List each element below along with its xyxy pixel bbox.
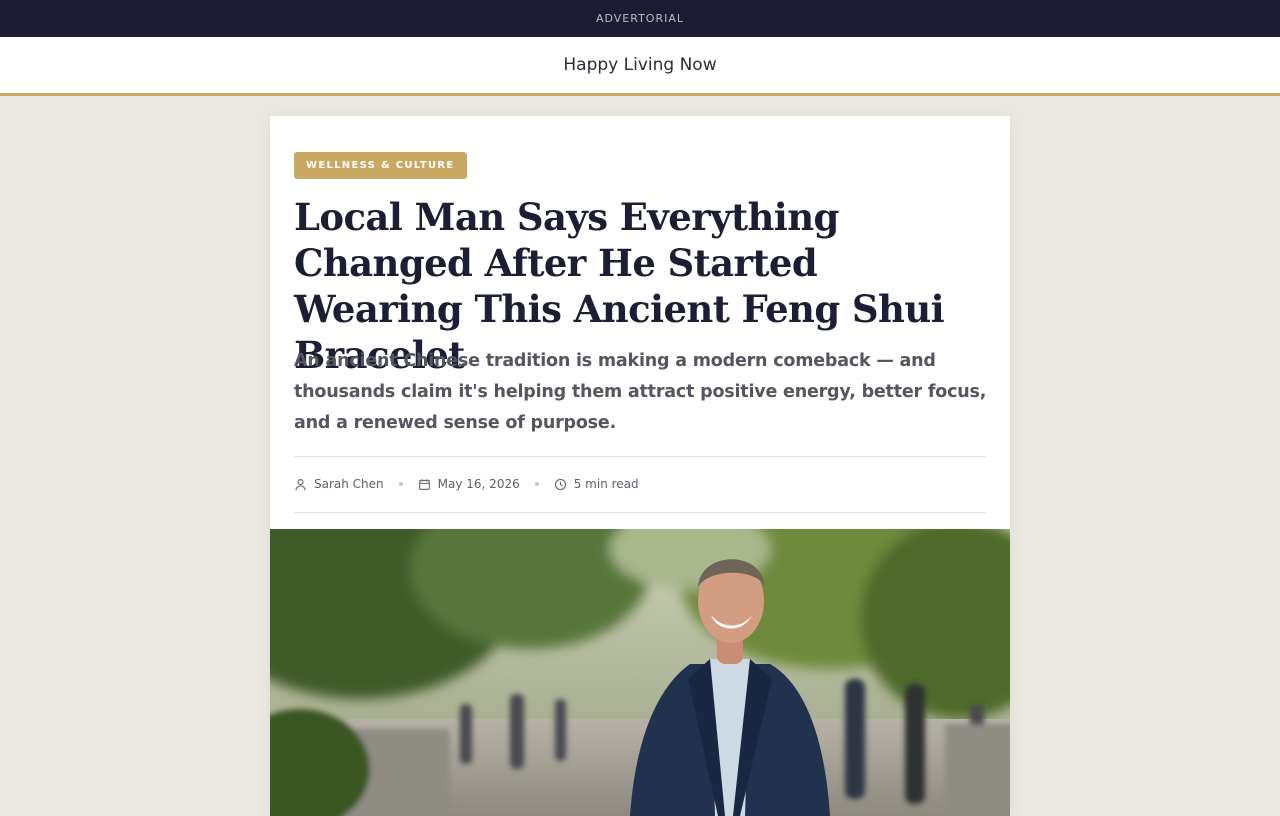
advertorial-label: ADVERTORIAL xyxy=(595,12,685,25)
read-time-meta: 5 min read xyxy=(554,477,639,491)
read-time: 5 min read xyxy=(573,477,639,491)
meta-divider-bottom xyxy=(294,512,986,513)
category-badge[interactable]: WELLNESS & CULTURE xyxy=(294,152,467,179)
meta-divider-top xyxy=(294,456,986,457)
clock-icon xyxy=(554,478,566,490)
site-logo-link[interactable]: Happy Living Now xyxy=(563,55,716,75)
article-subheadline: An ancient Chinese tradition is making a… xyxy=(294,351,987,433)
advertorial-bar: ADVERTORIAL xyxy=(0,0,1280,37)
meta-separator xyxy=(534,482,539,486)
calendar-icon xyxy=(418,478,430,490)
hero-image xyxy=(270,529,1010,816)
author-name[interactable]: Sarah Chen xyxy=(314,477,384,491)
date-meta: May 16, 2026 xyxy=(418,477,520,491)
meta-separator xyxy=(398,482,403,486)
publish-date: May 16, 2026 xyxy=(437,477,520,491)
site-header: Happy Living Now xyxy=(0,37,1280,96)
article-card: WELLNESS & CULTURE Local Man Says Everyt… xyxy=(270,116,1010,816)
user-icon xyxy=(295,478,306,490)
author-meta: Sarah Chen xyxy=(294,477,384,491)
article-meta: Sarah Chen May 16, 2026 5 min read xyxy=(294,472,639,496)
